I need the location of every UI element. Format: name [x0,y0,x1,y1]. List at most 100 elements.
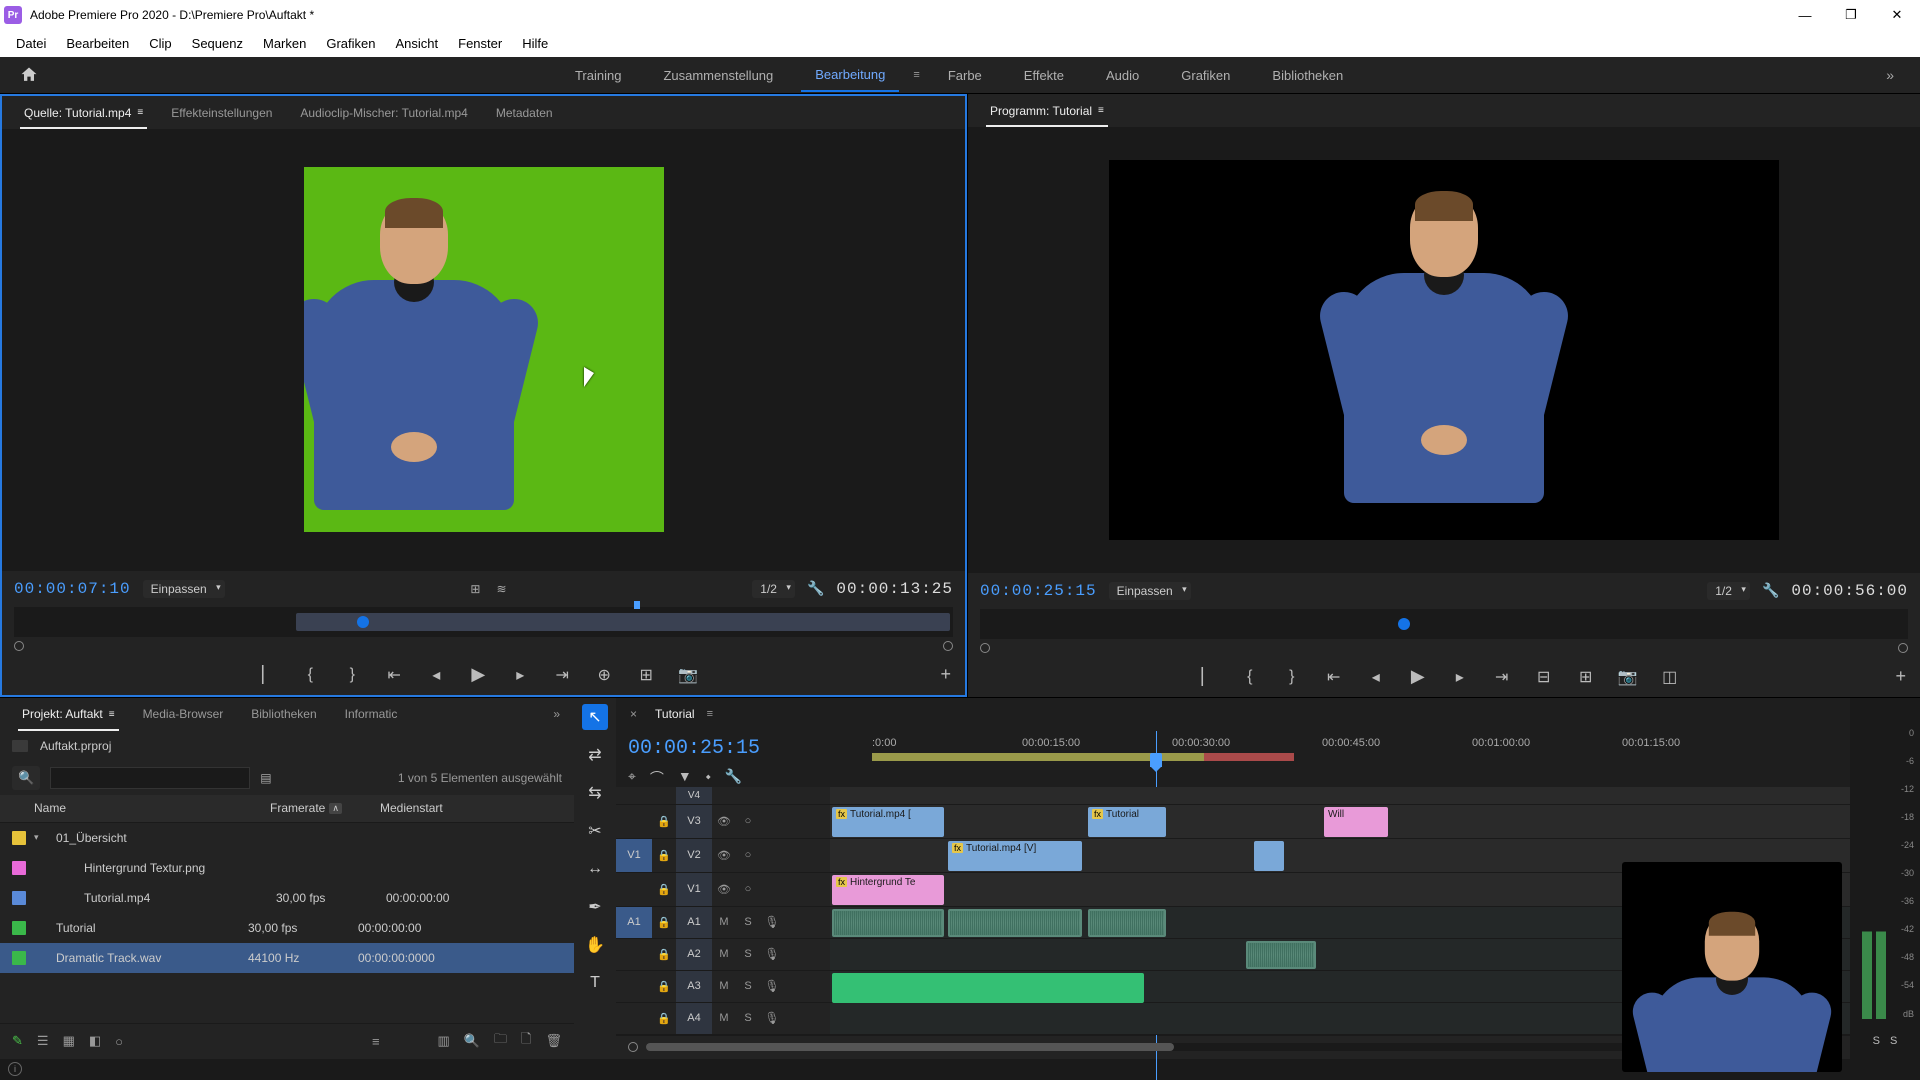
workspace-tab-training[interactable]: Training [561,60,635,91]
source-scrub-bar[interactable] [14,607,953,637]
mark-clip-button[interactable]: } [341,666,363,684]
selection-tool[interactable]: ↖ [582,704,608,730]
workspace-tab-farbe[interactable]: Farbe [934,60,996,91]
solo-button[interactable]: S [736,916,760,928]
clip[interactable] [1254,841,1284,871]
timeline-timecode[interactable]: 00:00:25:15 [628,737,860,760]
sort-button[interactable]: ≡ [372,1034,380,1049]
mark-out-button[interactable]: { [1239,668,1261,686]
solo-button[interactable]: S [736,1012,760,1024]
mark-clip-button[interactable]: } [1281,668,1303,686]
menu-clip[interactable]: Clip [139,30,181,57]
zoom-out-icon[interactable] [980,643,990,653]
mic-icon[interactable]: 🎙 [760,979,784,993]
tabs-overflow-icon[interactable]: » [539,698,574,731]
freeform-view-button[interactable]: ◧ [89,1033,101,1049]
workspace-tab-bearbeitung[interactable]: Bearbeitung [801,59,899,92]
source-viewer[interactable] [2,129,965,570]
menu-datei[interactable]: Datei [6,30,56,57]
settings-icon[interactable]: 🔧 [1762,582,1779,599]
mute-button[interactable]: M [712,916,736,928]
clip[interactable]: Tutorial.mp4 [V] [948,841,1082,871]
project-tab[interactable]: Projekt: Auftakt≡ [8,698,129,731]
source-zoom-select[interactable]: 1/2 [752,580,795,598]
new-item-button[interactable]: ✎ [12,1033,23,1049]
track-header-a3[interactable]: 🔒A3MS🎙 [616,971,830,1003]
lift-button[interactable]: ⊟ [1533,667,1555,687]
track-header-v2[interactable]: V1🔒V2👁○ [616,839,830,873]
step-back-button[interactable]: ◂ [1365,667,1387,687]
expand-icon[interactable]: ▾ [34,832,48,843]
project-tab[interactable]: Informatic [331,698,412,731]
insert-button[interactable]: ⊕ [593,665,615,685]
search-input[interactable] [50,767,250,789]
menu-sequenz[interactable]: Sequenz [182,30,253,57]
clip[interactable]: Will [1324,807,1388,837]
drag-audio-icon[interactable]: ≋ [494,580,508,598]
mic-icon[interactable]: 🎙 [760,947,784,961]
mute-button[interactable]: M [712,1012,736,1024]
mark-out-button[interactable]: { [299,666,321,684]
settings-icon[interactable]: 🔧 [807,580,824,597]
eye-icon[interactable]: 👁 [712,815,736,828]
zoom-out-icon[interactable] [14,641,24,651]
settings-icon[interactable]: ⬩ [706,768,711,788]
track-header-v1[interactable]: 🔒V1👁○ [616,873,830,907]
menu-hilfe[interactable]: Hilfe [512,30,558,57]
clip[interactable]: Tutorial.mp4 [ [832,807,944,837]
workspace-tab-effekte[interactable]: Effekte [1010,60,1078,91]
zoom-handle-left[interactable] [628,1042,638,1052]
source-fit-select[interactable]: Einpassen [143,580,225,598]
solo-button[interactable]: S [736,980,760,992]
icon-view-button[interactable]: ▦ [63,1033,75,1049]
export-frame-button[interactable]: 📷 [1617,667,1639,687]
project-row[interactable]: Dramatic Track.wav44100 Hz00:00:00:0000 [0,943,574,973]
program-zoom-select[interactable]: 1/2 [1707,582,1750,600]
find-button[interactable]: 🔍 [464,1033,480,1049]
track-lane-v3[interactable]: Tutorial.mp4 [TutorialWill [830,805,1850,839]
workspace-tab-audio[interactable]: Audio [1092,60,1153,91]
step-fwd-button[interactable]: ▸ [1449,667,1471,687]
export-frame-button[interactable]: 📷 [677,665,699,685]
go-in-button[interactable]: ⇤ [383,665,405,685]
eye-icon[interactable]: 👁 [712,849,736,862]
workspace-menu-icon[interactable]: ≡ [913,69,919,81]
workspace-tab-bibliotheken[interactable]: Bibliotheken [1258,60,1357,91]
menu-bearbeiten[interactable]: Bearbeiten [56,30,139,57]
track-header-a2[interactable]: 🔒A2MS🎙 [616,939,830,971]
mark-in-button[interactable]: ▏ [1197,667,1219,687]
program-tab[interactable]: Programm: Tutorial≡ [976,94,1118,127]
play-button[interactable]: ▶ [1407,666,1429,687]
project-tab[interactable]: Bibliotheken [237,698,330,731]
project-row[interactable]: Tutorial.mp430,00 fps00:00:00:00 [0,883,574,913]
workspace-overflow-icon[interactable]: » [1878,67,1902,83]
slip-tool[interactable]: ↔ [582,856,608,882]
marker-icon[interactable]: ▼ [678,768,692,788]
razor-tool[interactable]: ✂ [582,818,608,844]
project-row[interactable]: ▾01_Übersicht [0,823,574,853]
solo-right[interactable]: S [1890,1035,1897,1047]
list-view-button[interactable]: ☰ [37,1033,49,1049]
mute-button[interactable]: M [712,948,736,960]
menu-ansicht[interactable]: Ansicht [385,30,448,57]
filter-icon[interactable]: ▤ [260,771,271,785]
automate-button[interactable]: ▥ [438,1033,450,1049]
play-button[interactable]: ▶ [467,664,489,685]
timeline-ruler[interactable]: :0:0000:00:15:0000:00:30:0000:00:45:0000… [872,731,1850,787]
source-playhead-timecode[interactable]: 00:00:07:10 [14,580,131,598]
sequence-tab[interactable]: Tutorial [643,707,707,721]
zoom-in-icon[interactable] [943,641,953,651]
step-fwd-button[interactable]: ▸ [509,665,531,685]
menu-fenster[interactable]: Fenster [448,30,512,57]
source-tab[interactable]: Metadaten [482,96,567,129]
source-tab[interactable]: Quelle: Tutorial.mp4≡ [10,96,157,129]
mark-in-button[interactable]: ▏ [257,665,279,685]
clip[interactable] [1088,909,1166,937]
program-playhead-timecode[interactable]: 00:00:25:15 [980,582,1097,600]
info-icon[interactable]: i [8,1062,22,1076]
track-header-v3[interactable]: 🔒V3👁○ [616,805,830,839]
linked-selection-icon[interactable]: ⌒ [650,768,664,788]
project-row[interactable]: Hintergrund Textur.png [0,853,574,883]
compare-button[interactable]: ◫ [1659,667,1681,687]
program-fit-select[interactable]: Einpassen [1109,582,1191,600]
